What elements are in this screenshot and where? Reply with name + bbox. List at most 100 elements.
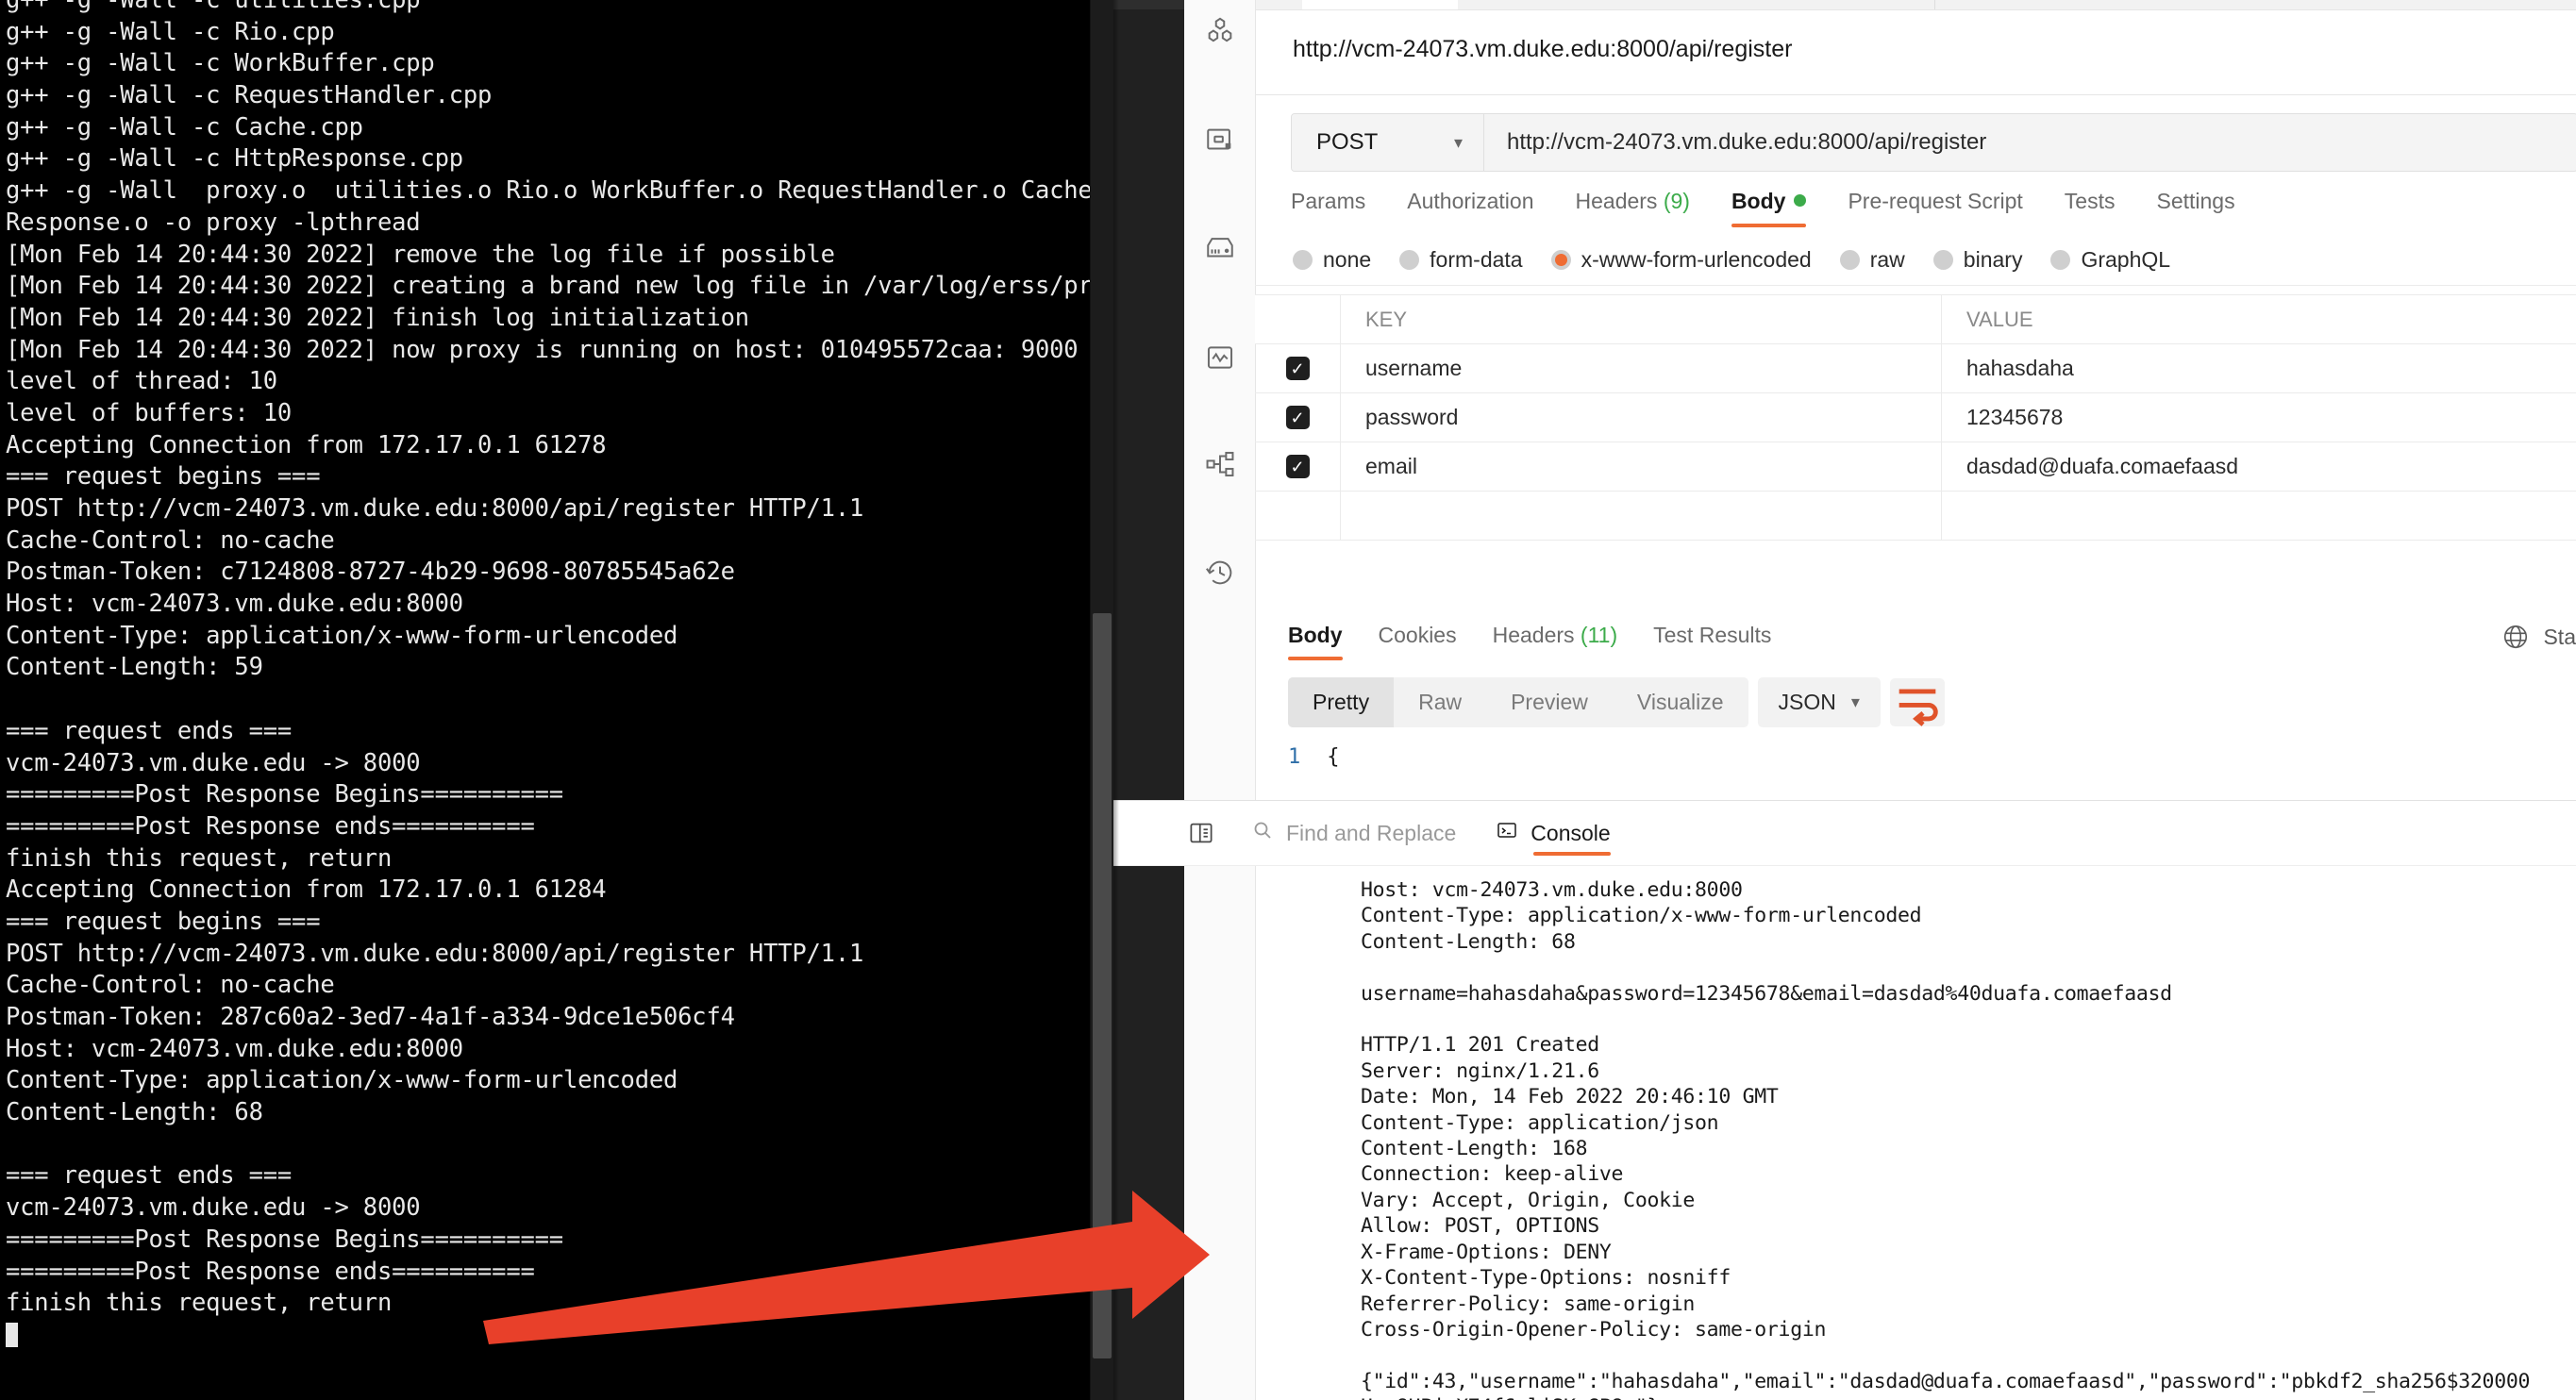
terminal-line: [Mon Feb 14 20:44:30 2022] finish log in… [6, 303, 1113, 335]
flows-icon[interactable] [1202, 446, 1238, 482]
tab-label: Body [1731, 189, 1786, 213]
table-row-empty[interactable] [1255, 492, 2576, 541]
terminal-line: [Mon Feb 14 20:44:30 2022] remove the lo… [6, 240, 1113, 272]
monitors-icon[interactable] [1202, 230, 1238, 266]
terminal-line: POST http://vcm-24073.vm.duke.edu:8000/a… [6, 493, 1113, 525]
terminal-line: [Mon Feb 14 20:44:30 2022] now proxy is … [6, 335, 1113, 367]
row-value-input[interactable] [1942, 492, 2576, 540]
body-type-none[interactable]: none [1293, 247, 1371, 273]
body-type-raw[interactable]: raw [1840, 247, 1905, 273]
body-type-form-data[interactable]: form-data [1399, 247, 1522, 273]
view-mode-pretty[interactable]: Pretty [1288, 677, 1394, 727]
row-checkbox-cell[interactable] [1255, 492, 1341, 540]
terminal-line: g++ -g -Wall -c WorkBuffer.cpp [6, 48, 1113, 80]
tab-label: Settings [2156, 189, 2234, 213]
tab-label: Test Results [1653, 623, 1771, 647]
checkbox-icon[interactable]: ✓ [1286, 406, 1310, 429]
view-mode-preview[interactable]: Preview [1486, 677, 1613, 727]
body-type-graphql[interactable]: GraphQL [2050, 247, 2170, 273]
table-row[interactable]: ✓ password12345678 [1255, 393, 2576, 442]
body-type-binary[interactable]: binary [1933, 247, 2023, 273]
response-body-text[interactable]: { [1327, 745, 1339, 769]
tab-label: Params [1291, 189, 1365, 213]
request-tab-headers[interactable]: Headers (9) [1576, 189, 1690, 227]
wrap-lines-button[interactable] [1890, 678, 1945, 726]
request-tab-authorization[interactable]: Authorization [1407, 189, 1533, 227]
window-edge-shadow [1113, 0, 1119, 1400]
terminal-output: g++ -g -Wall -c utilities.cppg++ -g -Wal… [6, 0, 1113, 1352]
sidebar-toggle-icon[interactable] [1187, 819, 1215, 847]
terminal-scrollbar-thumb[interactable] [1093, 613, 1112, 1358]
active-request-tab[interactable] [1302, 0, 1458, 9]
mock-servers-icon[interactable] [1202, 123, 1238, 158]
postman-collapsed-sidebar[interactable] [1113, 0, 1184, 1400]
row-value-input[interactable]: hahasdaha [1942, 344, 2576, 392]
response-format-selector[interactable]: JSON ▾ [1758, 677, 1881, 727]
terminal-line: === request ends === [6, 1160, 1113, 1192]
terminal-line: === request ends === [6, 716, 1113, 748]
checkbox-icon[interactable]: ✓ [1286, 455, 1310, 478]
table-row[interactable]: ✓ emaildasdad@duafa.comaefaasd [1255, 442, 2576, 492]
row-value-input[interactable]: dasdad@duafa.comaefaasd [1942, 442, 2576, 491]
row-checkbox-cell[interactable]: ✓ [1255, 344, 1341, 392]
method-selector[interactable]: POST ▾ [1292, 114, 1484, 171]
title-divider [1255, 94, 2576, 95]
line-number: 1 [1288, 745, 1300, 769]
terminal-line: =========Post Response Begins========== [6, 779, 1113, 811]
row-key-input[interactable]: username [1341, 344, 1942, 392]
view-mode-raw[interactable]: Raw [1394, 677, 1486, 727]
body-type-label: form-data [1430, 247, 1522, 273]
visualizer-icon[interactable] [1202, 340, 1238, 375]
terminal-line: [Mon Feb 14 20:44:30 2022] creating a br… [6, 271, 1113, 303]
terminal-window: g++ -g -Wall -c utilities.cppg++ -g -Wal… [0, 0, 1113, 1400]
history-icon[interactable] [1202, 555, 1238, 591]
url-input[interactable]: http://vcm-24073.vm.duke.edu:8000/api/re… [1484, 114, 2576, 171]
row-value-input[interactable]: 12345678 [1942, 393, 2576, 442]
response-tab-cookies[interactable]: Cookies [1379, 623, 1457, 660]
apis-icon[interactable] [1202, 14, 1238, 50]
response-tab-headers[interactable]: Headers (11) [1493, 623, 1618, 660]
request-tab-params[interactable]: Params [1291, 189, 1365, 227]
terminal-line: Host: vcm-24073.vm.duke.edu:8000 [6, 1034, 1113, 1066]
table-row[interactable]: ✓ usernamehahasdaha [1255, 344, 2576, 393]
row-checkbox-cell[interactable]: ✓ [1255, 442, 1341, 491]
radio-icon [1551, 250, 1571, 270]
body-type-divider [1255, 285, 2576, 286]
terminal-line: Content-Length: 59 [6, 652, 1113, 684]
response-tabs: Body Cookies Headers (11) Test Results [1288, 623, 1771, 660]
tab-label: Cookies [1379, 623, 1457, 647]
chevron-down-icon: ▾ [1851, 692, 1860, 712]
tab-label: Body [1288, 623, 1343, 647]
radio-icon [1933, 250, 1953, 270]
find-and-replace-button[interactable]: Find and Replace [1251, 819, 1456, 847]
terminal-scrollbar-track[interactable] [1091, 0, 1113, 1400]
row-key-input[interactable]: password [1341, 393, 1942, 442]
response-tab-body[interactable]: Body [1288, 623, 1343, 660]
request-tab-tests[interactable]: Tests [2065, 189, 2116, 227]
row-key-input[interactable] [1341, 492, 1942, 540]
radio-icon [1293, 250, 1313, 270]
checkbox-icon[interactable]: ✓ [1286, 357, 1310, 380]
request-tab-pre-request-script[interactable]: Pre-request Script [1848, 189, 2022, 227]
terminal-line: === request begins === [6, 461, 1113, 493]
console-tab[interactable]: Console [1496, 801, 1610, 865]
response-tab-test-results[interactable]: Test Results [1653, 623, 1771, 660]
view-mode-visualize[interactable]: Visualize [1613, 677, 1748, 727]
terminal-line: Content-Type: application/x-www-form-url… [6, 1065, 1113, 1097]
globe-icon [2501, 623, 2530, 651]
request-tabs: Params Authorization Headers (9) Body Pre-re… [1291, 189, 2235, 227]
radio-icon [1840, 250, 1860, 270]
console-icon [1496, 819, 1518, 847]
request-tab-settings[interactable]: Settings [2156, 189, 2234, 227]
method-label: POST [1316, 129, 1378, 156]
body-type-x-www-form-urlencoded[interactable]: x-www-form-urlencoded [1551, 247, 1812, 273]
tab-count: (11) [1575, 623, 1618, 647]
request-tab-body[interactable]: Body [1731, 189, 1807, 227]
row-key-input[interactable]: email [1341, 442, 1942, 491]
body-type-label: GraphQL [2081, 247, 2170, 273]
row-checkbox-cell[interactable]: ✓ [1255, 393, 1341, 442]
terminal-line: g++ -g -Wall -c Rio.cpp [6, 17, 1113, 49]
terminal-line: vcm-24073.vm.duke.edu -> 8000 [6, 748, 1113, 780]
postman-window: http://vcm-24073.vm.duke.edu:8000/api/re… [1113, 0, 2576, 1400]
tab-label: Tests [2065, 189, 2116, 213]
